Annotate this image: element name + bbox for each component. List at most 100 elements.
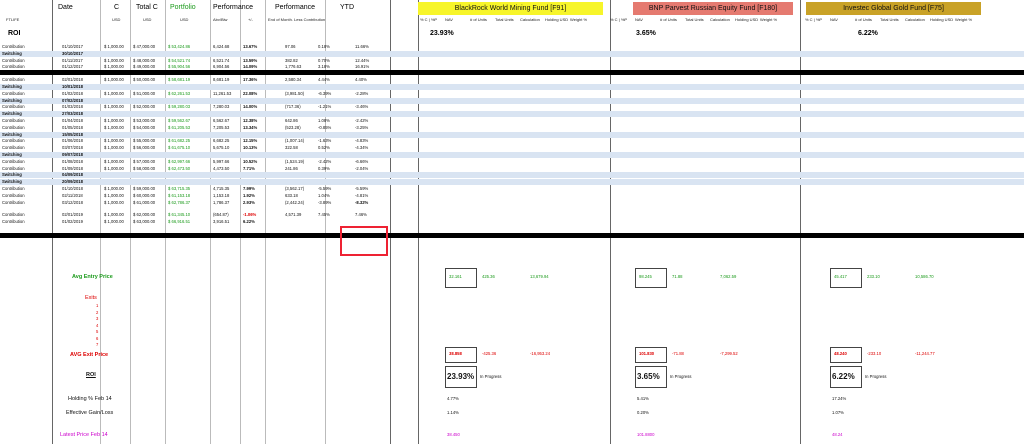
row-total-c: $ 61,000.00: [133, 199, 156, 205]
row-portfolio: $ 54,521.74: [168, 57, 191, 63]
row-plus-minus: 13.34%: [243, 124, 258, 130]
fund-col-header: % C | %P: [610, 17, 628, 22]
row-portfolio: $ 61,205.53: [168, 124, 191, 130]
row-type: Contribution: [2, 165, 25, 171]
col-portfolio-header: Portfolio: [170, 4, 196, 11]
row-end-month: 642.86: [285, 118, 298, 123]
row-end-month: 633.18: [285, 192, 298, 198]
row-abv-blw: 8,681.19: [213, 77, 230, 83]
row-contribution: $ 1,000.00: [104, 212, 124, 218]
row-date: 02/01/2018: [62, 77, 83, 83]
fund-col-header: Total Units: [685, 17, 704, 22]
row-portfolio: $ 53,424.86: [168, 44, 191, 49]
row-date: 04/09/2018: [62, 172, 83, 178]
row-date: 27/03/2018: [62, 111, 83, 117]
row-type: Switching: [2, 111, 22, 117]
row-abv-blw: 6,521.74: [213, 57, 230, 63]
row-end-month-pct: -0.85%: [318, 124, 332, 130]
fund-header-bnp: BNP Parvest Russian Equity Fund [F180]: [633, 2, 793, 15]
avg-exit-nav: 101.830: [639, 351, 655, 356]
row-abv-blw: 4,473.50: [213, 165, 230, 171]
fund-col-header: # of Units: [855, 17, 872, 22]
row-type: Contribution: [2, 57, 25, 63]
fund-col-header: NAV: [445, 17, 453, 22]
row-type: Contribution: [2, 219, 25, 225]
row-date: 01/02/2019: [62, 219, 83, 225]
row-type: Contribution: [2, 118, 25, 123]
row-date: 01/09/2018: [62, 165, 83, 171]
switching-row: Switching 20/09/2018: [0, 179, 1024, 186]
ftlife-label: FTLIFE: [6, 17, 20, 22]
row-type: Switching: [2, 179, 22, 185]
row-ytd: -4.81%: [355, 192, 369, 198]
row-total-c: $ 63,000.00: [133, 219, 156, 225]
row-abv-blw: 7,205.53: [213, 124, 230, 130]
row-type: Contribution: [2, 212, 25, 218]
roi-fund1: 23.93%: [430, 30, 454, 37]
row-date: 01/06/2018: [62, 138, 83, 144]
row-plus-minus: 22.08%: [243, 90, 258, 96]
contribution-row: Contribution 01/10/2017 $ 1,000.00 $ 47,000…: [0, 44, 1024, 50]
row-plus-minus: 17.36%: [243, 77, 258, 83]
col-c-header: C: [114, 4, 120, 11]
row-total-c: $ 47,000.00: [133, 44, 156, 49]
contribution-row: Contribution 01/03/2018 $ 1,000.00 $ 52,000…: [0, 104, 1024, 110]
row-portfolio: $ 62,261.53: [168, 90, 191, 96]
contribution-row: Contribution 01/11/2017 $ 1,000.00 $ 48,000…: [0, 58, 1024, 64]
row-portfolio: $ 59,562.67: [168, 118, 191, 123]
row-end-month-pct: -1.63%: [318, 138, 332, 144]
row-end-month: 322.58: [285, 145, 298, 151]
contribution-row: Contribution 01/05/2018 $ 1,000.00 $ 54,000…: [0, 125, 1024, 131]
contribution-row: Contribution 02/11/2018 $ 1,000.00 $ 60,000…: [0, 193, 1024, 199]
row-date: 01/08/2018: [62, 158, 83, 164]
row-date: 01/05/2018: [62, 124, 83, 130]
row-plus-minus: 12.15%: [243, 138, 258, 144]
row-ytd: -3.25%: [355, 124, 369, 130]
avg-exit-nav: 38.858: [449, 351, 462, 356]
row-type: Contribution: [2, 104, 25, 110]
contribution-row: Contribution 03/07/2018 $ 1,000.00 $ 56,000…: [0, 145, 1024, 151]
holding-label: Holding % Feb 14: [68, 396, 112, 402]
row-end-month-pct: -2.42%: [318, 158, 332, 164]
plus-minus-label: +/-: [248, 17, 253, 22]
row-end-month: (2,442.24): [285, 199, 305, 205]
row-ytd: -2.42%: [355, 118, 369, 123]
row-end-month-pct: 0.18%: [318, 44, 330, 49]
fund-col-header: NAV: [635, 17, 643, 22]
switching-row: Switching 27/03/2018: [0, 111, 1024, 118]
row-contribution: $ 1,000.00: [104, 145, 124, 151]
contribution-row: Contribution 01/02/2018 $ 1,000.00 $ 51,000…: [0, 91, 1024, 97]
latest-price-label: Latest Price Feb 14: [60, 432, 108, 438]
row-contribution: $ 1,000.00: [104, 199, 124, 205]
fund-header-blackrock: BlackRock World Mining Fund [F91]: [418, 2, 603, 15]
row-date: 01/11/2017: [62, 57, 83, 63]
row-plus-minus: 13.67%: [243, 44, 258, 49]
fund-col-header: Total Units: [880, 17, 899, 22]
fund-roi: 3.65%: [637, 372, 660, 381]
row-end-month-pct: 0.52%: [318, 145, 330, 151]
row-type: Contribution: [2, 199, 25, 205]
row-ytd: -4.83%: [355, 138, 369, 144]
row-end-month-pct: -3.89%: [318, 199, 332, 205]
row-total-c: $ 50,000.00: [133, 77, 156, 83]
abv-blw-label: Abv/Blw: [213, 17, 228, 22]
row-type: Switching: [2, 84, 22, 89]
fund-col-header: NAV: [830, 17, 838, 22]
row-total-c: $ 62,000.00: [133, 212, 156, 218]
avg-entry-units: 233.10: [867, 274, 880, 279]
row-end-month: 4,571.39: [285, 212, 302, 218]
row-ytd: 7.46%: [355, 212, 367, 218]
row-date: 02/11/2018: [62, 192, 83, 198]
avg-exit-total: -16,953.24: [530, 351, 551, 356]
row-plus-minus: 2.93%: [243, 199, 255, 205]
row-plus-minus: 10.52%: [243, 158, 258, 164]
row-contribution: $ 1,000.00: [104, 192, 124, 198]
in-progress-label: In Progress: [480, 374, 502, 379]
gain-label: Effective Gain/Loss: [66, 410, 114, 416]
row-end-month-pct: 1.04%: [318, 192, 330, 198]
row-portfolio: $ 66,916.51: [168, 219, 191, 225]
avg-entry-units: 425.36: [482, 274, 495, 279]
year-divider-2018: [0, 70, 1024, 75]
row-plus-minus: 6.22%: [243, 219, 255, 225]
avg-entry-units: 71.88: [672, 274, 683, 279]
